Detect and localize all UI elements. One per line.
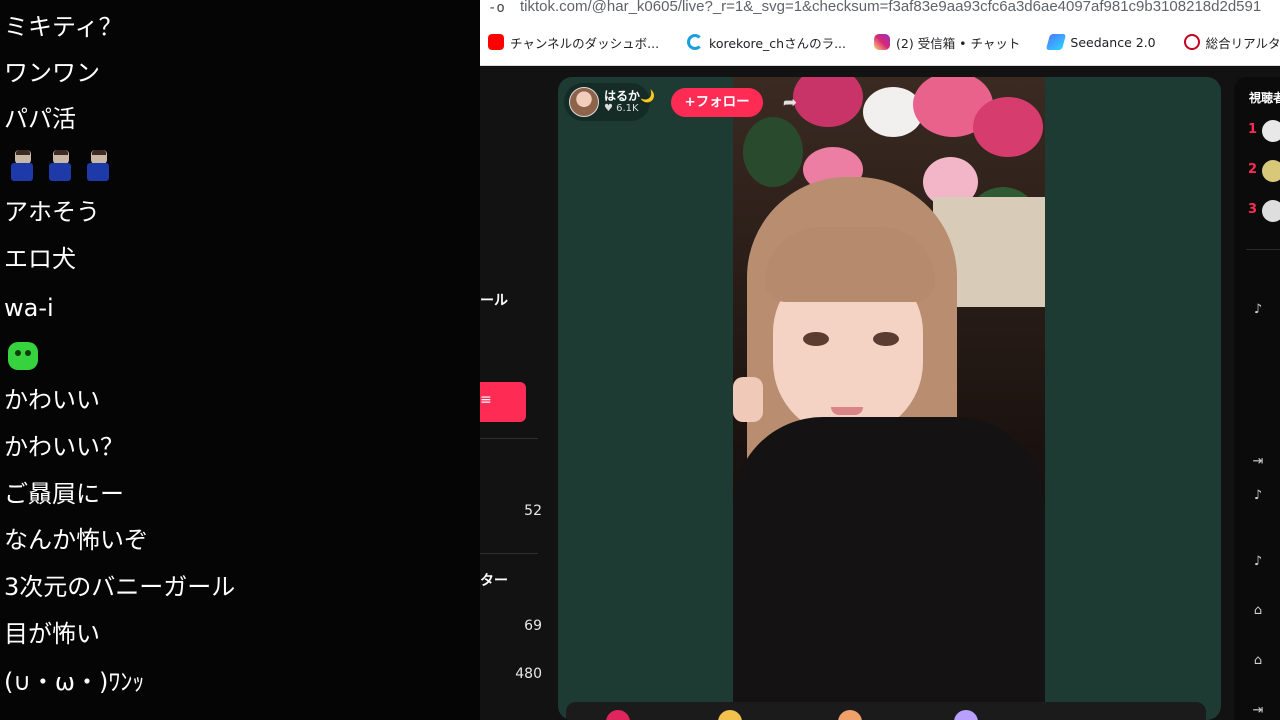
ranking-icon xyxy=(1183,34,1200,50)
comment-text: パパ活 xyxy=(4,105,76,133)
flower-decoration xyxy=(793,77,863,127)
tiktok-icon: ♪ xyxy=(1253,302,1263,317)
flower-decoration xyxy=(973,97,1043,157)
comment-text: なんか怖いぞ xyxy=(4,526,148,554)
host-avatar[interactable] xyxy=(569,87,599,117)
gift-icon: ⌂ xyxy=(1253,603,1263,618)
viewer-avatar[interactable] xyxy=(1262,160,1280,182)
follow-button[interactable]: +フォロー xyxy=(671,88,763,117)
comment-text: かわいい？ xyxy=(4,433,124,461)
bookmark-youtube[interactable]: チャンネルのダッシュボ... xyxy=(488,33,659,52)
comment-text: ミキティ？ xyxy=(4,13,123,41)
star-gift-icon[interactable] xyxy=(718,710,742,720)
viewer-ranking-panel: 視聴者 1 2 3 ♪ ⇥ ♪ ♪ ⌂ ⌂ ⇥ xyxy=(1234,77,1280,720)
korekore-icon xyxy=(687,34,704,50)
gem-gift-icon[interactable] xyxy=(954,710,978,720)
host-likes: ♥ 6.1K xyxy=(604,103,639,114)
bookmarks-bar: チャンネルのダッシュボ... korekore_chさんのラ... (2) 受信… xyxy=(488,30,1280,54)
pixel-character-icon xyxy=(84,150,112,184)
count-value: 480 xyxy=(515,666,542,682)
tiktok-icon: ♪ xyxy=(1253,488,1263,503)
join-icon: ⇥ xyxy=(1252,454,1264,469)
comment-text: かわいい xyxy=(4,386,100,414)
bookmark-ranking[interactable]: 総合リアルタイムランキ... xyxy=(1183,33,1280,52)
rank-number: 3 xyxy=(1248,202,1258,217)
viewer-avatar[interactable] xyxy=(1262,200,1280,222)
divider xyxy=(480,553,538,554)
divider xyxy=(480,438,538,439)
share-icon[interactable]: ➦ xyxy=(778,91,802,115)
tiktok-icon: ♪ xyxy=(1253,554,1263,569)
bookmark-label: korekore_chさんのラ... xyxy=(709,35,847,51)
live-stage[interactable]: はるか🌙 ♥ 6.1K +フォロー ➦ xyxy=(558,77,1221,720)
live-video[interactable] xyxy=(733,77,1045,702)
left-sidebar: ール ≡ 52 ター 69 480 xyxy=(480,66,550,720)
gift-icon: ⌂ xyxy=(1253,653,1263,668)
person-eye xyxy=(873,332,899,346)
join-icon: ⇥ xyxy=(1252,703,1264,718)
green-face-stamp-icon xyxy=(8,342,38,370)
comment-text: wa-i xyxy=(4,294,54,322)
rank-number: 2 xyxy=(1248,162,1258,177)
comment-text: 3次元のバニーガール xyxy=(4,573,236,601)
leaf-decoration xyxy=(743,117,803,187)
instagram-icon xyxy=(874,34,891,50)
pixel-character-icon xyxy=(46,150,74,184)
divider xyxy=(1246,249,1280,250)
rose-gift-icon[interactable] xyxy=(606,710,630,720)
comment-text: エロ犬 xyxy=(4,245,76,273)
url-text[interactable]: tiktok.com/@har_k0605/live?_r=1&_svg=1&c… xyxy=(520,0,1261,15)
pixel-character-icon xyxy=(8,150,36,184)
person-arm xyxy=(733,377,763,422)
browser-chrome: -o tiktok.com/@har_k0605/live?_r=1&_svg=… xyxy=(480,0,1280,66)
host-name[interactable]: はるか🌙 xyxy=(604,87,655,104)
person-eye xyxy=(803,332,829,346)
bookmark-instagram[interactable]: (2) 受信箱 • チャット xyxy=(874,33,1020,52)
gift-bar xyxy=(566,702,1206,720)
seedance-icon xyxy=(1046,34,1067,50)
bookmark-label: Seedance 2.0 xyxy=(1070,34,1156,50)
sidebar-label: ター xyxy=(480,573,508,589)
host-info[interactable]: はるか🌙 ♥ 6.1K xyxy=(564,83,655,121)
comment-text: ワンワン xyxy=(4,59,100,87)
sidebar-label: ール xyxy=(480,293,508,309)
viewer-panel-title: 視聴者 xyxy=(1249,91,1280,105)
browser-window: -o tiktok.com/@har_k0605/live?_r=1&_svg=… xyxy=(480,0,1280,720)
comment-text: ご贔屓にー xyxy=(4,480,124,508)
pixel-character-stamps xyxy=(8,150,112,184)
person-sweater xyxy=(733,417,1045,702)
comment-text: (∪・ω・)ﾜﾝｯ xyxy=(4,668,145,696)
bookmark-label: (2) 受信箱 • チャット xyxy=(896,35,1021,51)
bookmark-korekore[interactable]: korekore_chさんのラ... xyxy=(687,33,846,52)
bookmark-seedance[interactable]: Seedance 2.0 xyxy=(1046,34,1156,50)
button-label: ≡ xyxy=(480,392,492,408)
viewer-avatar[interactable] xyxy=(1262,120,1280,142)
youtube-icon xyxy=(488,34,504,50)
person-mouth xyxy=(831,407,863,415)
count-value: 69 xyxy=(524,618,542,634)
bookmark-label: チャンネルのダッシュボ... xyxy=(510,35,660,51)
comment-text: 目が怖い xyxy=(4,620,100,648)
ball-gift-icon[interactable] xyxy=(838,710,862,720)
tiktok-live-page: ール ≡ 52 ター 69 480 はるか🌙 ♥ 6.1K +フォロー ➦ 視聴… xyxy=(480,66,1280,720)
person-bangs xyxy=(765,227,935,302)
comment-overlay: ミキティ？ ワンワン パパ活 アホそう エロ犬 wa-i かわいい かわいい？ … xyxy=(0,0,480,720)
address-bar[interactable]: -o tiktok.com/@har_k0605/live?_r=1&_svg=… xyxy=(480,0,1280,18)
site-info-icon[interactable]: -o xyxy=(488,0,505,16)
rank-number: 1 xyxy=(1248,122,1258,137)
sidebar-action-button[interactable]: ≡ xyxy=(480,382,526,422)
count-value: 52 xyxy=(524,503,542,519)
bookmark-label: 総合リアルタイムランキ... xyxy=(1205,35,1280,51)
comment-text: アホそう xyxy=(4,198,100,226)
